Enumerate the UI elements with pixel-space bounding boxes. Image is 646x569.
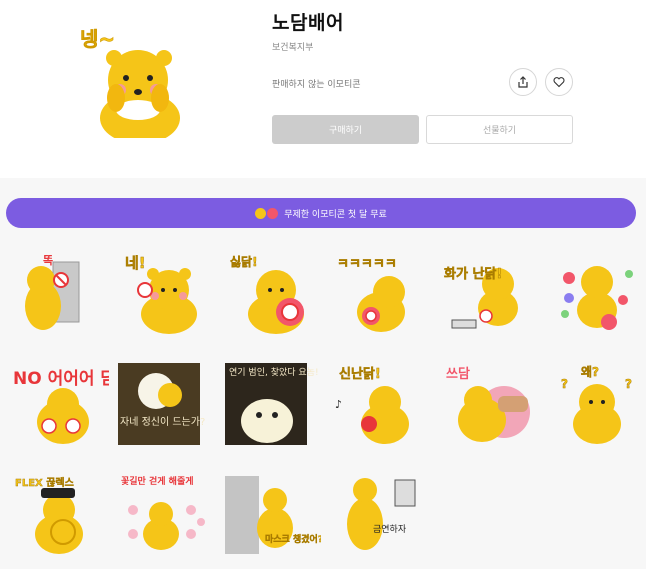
sale-status: 판매하지 않는 이모티콘 — [272, 80, 361, 90]
sticker-16[interactable]: 금연하자 — [335, 470, 431, 556]
sticker-7[interactable]: NO 어어어 담 — [13, 360, 109, 446]
sticker-14-caption: 꽃길만 걷게 해줄게 — [121, 475, 194, 487]
sticker-10-caption: 신난닭! — [339, 367, 381, 382]
promo-banner[interactable]: 무제한 이모티콘 첫 달 무료 — [6, 198, 636, 228]
sticker-15[interactable]: 마스크 챙겼어? — [225, 470, 321, 556]
buy-button[interactable]: 구매하기 — [272, 115, 419, 144]
sticker-14[interactable]: 꽃길만 걷게 해줄게 — [121, 470, 217, 556]
sticker-9[interactable]: 연기 범인, 찾았다 요놈! — [223, 361, 319, 447]
like-button[interactable] — [545, 68, 573, 96]
sticker-16-caption: 금연하자 — [373, 524, 407, 535]
sticker-12[interactable]: ? ? 왜? — [549, 360, 645, 446]
sticker-10[interactable]: ♪ 신난닭! — [335, 360, 431, 446]
hero-emoticon: 넹~ — [78, 18, 188, 144]
sticker-13-caption: FLEX 끊렉스 — [15, 476, 74, 489]
sticker-6[interactable] — [549, 250, 645, 336]
sticker-7-caption: NO 어어어 담 — [13, 369, 109, 389]
sticker-15-caption: 마스크 챙겼어? — [265, 533, 321, 545]
svg-text:?: ? — [561, 377, 568, 391]
gift-button[interactable]: 선물하기 — [426, 115, 573, 144]
sticker-8[interactable]: 자네 정신이 드는가? — [116, 361, 212, 447]
svg-text:?: ? — [625, 377, 632, 391]
sticker-9-caption: 연기 범인, 찾았다 요놈! — [229, 366, 319, 378]
music-note-icon: ♪ — [335, 398, 342, 411]
sticker-1-caption: 똑 — [43, 254, 53, 267]
product-title: 노담배어 — [272, 12, 344, 34]
sticker-2-caption: 네! — [125, 254, 146, 272]
sticker-2[interactable]: 네! — [121, 250, 217, 336]
sticker-11-caption: 쓰담 — [446, 367, 470, 382]
sticker-8-caption: 자네 정신이 드는가? — [120, 416, 205, 428]
sticker-11[interactable]: 쓰담 — [442, 360, 538, 446]
share-button[interactable] — [509, 68, 537, 96]
sticker-3-caption: 싫닭! — [230, 254, 258, 269]
promo-label: 무제한 이모티콘 첫 달 무료 — [284, 209, 387, 220]
sticker-1[interactable]: 똑 — [13, 250, 109, 336]
sticker-13[interactable]: FLEX 끊렉스 — [13, 470, 109, 556]
sticker-3[interactable]: 싫닭! — [228, 250, 324, 336]
sticker-5[interactable]: 화가 난닭! — [442, 250, 538, 336]
sticker-12-caption: 왜? — [581, 364, 599, 379]
product-header: 넹~ 노담배어 보건복지부 판매하지 않는 이모티콘 구매하기 선물하기 — [0, 0, 646, 178]
hero-caption: 넹~ — [80, 27, 115, 51]
sticker-4-caption: ㅋㅋㅋㅋㅋ — [337, 257, 397, 272]
sticker-gallery: 무제한 이모티콘 첫 달 무료 똑 네! 싫닭! ㅋㅋㅋㅋㅋ 화가 난닭! NO… — [0, 178, 646, 569]
emoticon-plus-icon — [255, 207, 279, 219]
share-icon — [518, 76, 528, 88]
product-author[interactable]: 보건복지부 — [272, 40, 313, 53]
heart-icon — [553, 77, 565, 88]
sticker-4[interactable]: ㅋㅋㅋㅋㅋ — [335, 250, 431, 336]
sticker-5-caption: 화가 난닭! — [444, 266, 502, 282]
